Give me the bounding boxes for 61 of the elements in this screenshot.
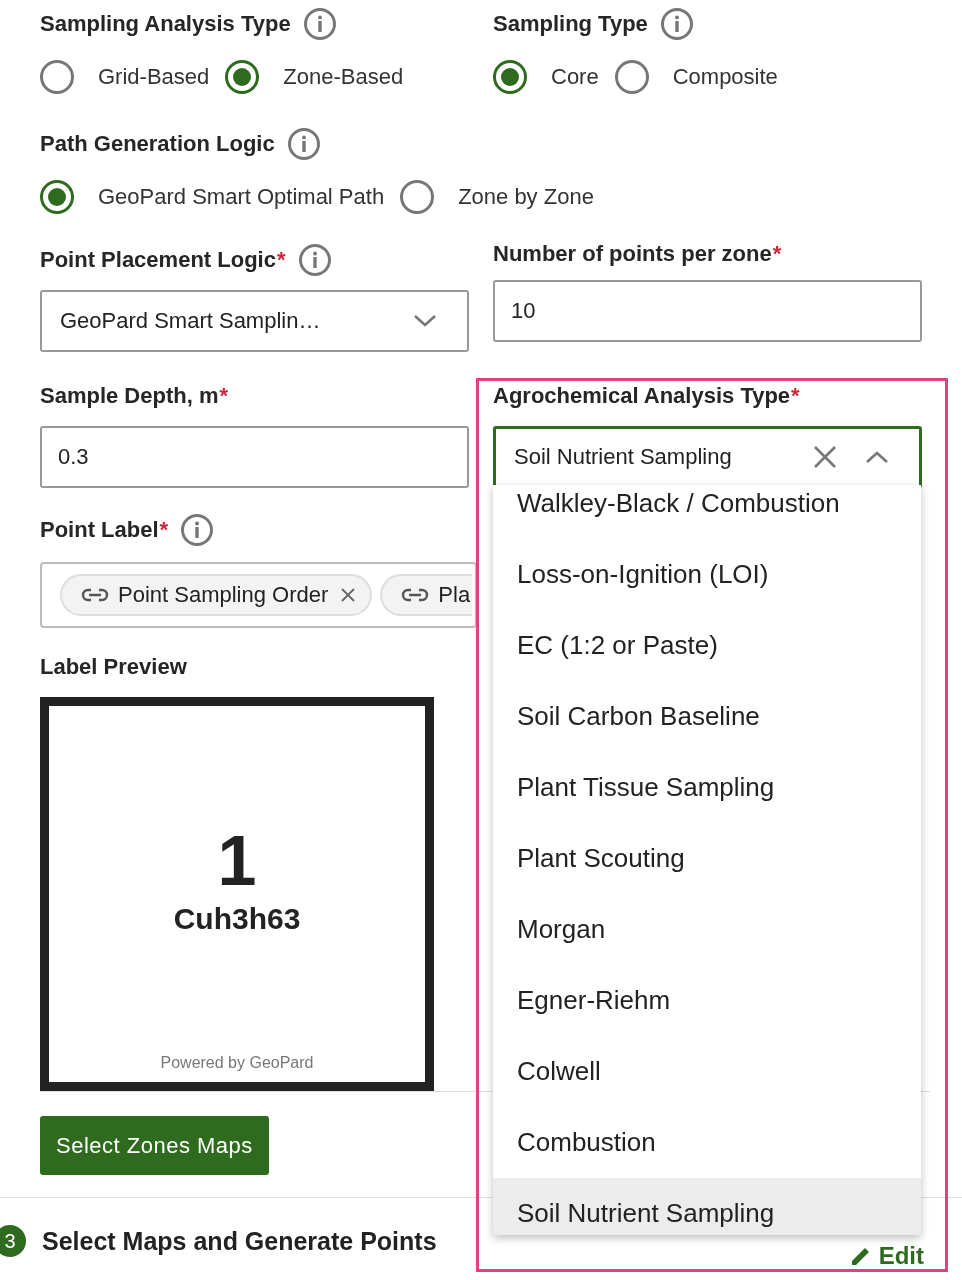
- info-icon[interactable]: [659, 7, 694, 41]
- input-field[interactable]: 0.3: [40, 426, 469, 488]
- radio-label[interactable]: Composite: [672, 64, 778, 90]
- dropdown-option[interactable]: Egner-Riehm: [493, 965, 921, 1036]
- field-label: Agrochemical Analysis Type: [493, 383, 791, 409]
- tag-input-field[interactable]: Point Sampling Order Pla: [40, 562, 477, 628]
- select-field[interactable]: GeoPard Smart Samplin…: [40, 290, 469, 352]
- radio-button[interactable]: [40, 60, 74, 94]
- radio-button[interactable]: [493, 60, 527, 94]
- dropdown-option[interactable]: Colwell: [493, 1036, 921, 1107]
- radio-button[interactable]: [614, 60, 649, 94]
- required-mark: *: [219, 383, 229, 409]
- field-label: Sampling Type: [493, 11, 648, 37]
- info-icon[interactable]: [297, 243, 332, 277]
- dropdown-option[interactable]: Loss-on-Ignition (LOI): [493, 539, 921, 610]
- radio-button[interactable]: [40, 180, 74, 214]
- select-zones-maps-button[interactable]: Select Zones Maps: [40, 1116, 269, 1175]
- field-label: Sampling Analysis Type: [40, 11, 291, 37]
- dropdown-option[interactable]: Soil Nutrient Sampling: [493, 1178, 921, 1235]
- radio-label[interactable]: Zone by Zone: [458, 184, 594, 210]
- info-icon[interactable]: [286, 127, 321, 161]
- field-label: Number of points per zone: [493, 241, 772, 267]
- dropdown-option[interactable]: Plant Tissue Sampling: [493, 752, 921, 823]
- field-label: Path Generation Logic: [40, 131, 275, 157]
- radio-label[interactable]: GeoPard Smart Optimal Path: [98, 184, 385, 210]
- radio-label[interactable]: Grid-Based: [98, 64, 210, 90]
- field-label: Point Label: [40, 517, 159, 543]
- required-mark: *: [159, 517, 169, 543]
- radio-button[interactable]: [225, 60, 260, 94]
- field-label: Sample Depth, m: [40, 383, 219, 409]
- chevron-down-icon: [413, 314, 437, 328]
- label-chip[interactable]: Pla: [380, 574, 473, 616]
- dropdown-option[interactable]: Soil Carbon Baseline: [493, 681, 921, 752]
- step-title: Select Maps and Generate Points: [42, 1226, 437, 1256]
- radio-label[interactable]: Core: [551, 64, 599, 90]
- step-number: 3: [0, 1225, 26, 1257]
- required-mark: *: [276, 247, 286, 273]
- dropdown-option[interactable]: Morgan: [493, 894, 921, 965]
- remove-icon[interactable]: [340, 587, 357, 603]
- radio-label[interactable]: Zone-Based: [283, 64, 404, 90]
- chevron-up-icon[interactable]: [865, 450, 889, 464]
- dropdown-option[interactable]: Walkley-Black / Combustion: [493, 485, 921, 539]
- dropdown-option[interactable]: Plant Scouting: [493, 823, 921, 894]
- dropdown-option[interactable]: EC (1:2 or Paste): [493, 610, 921, 681]
- point-code: Cuh3h63: [173, 902, 301, 936]
- info-icon[interactable]: [180, 513, 215, 547]
- section-label: Label Preview: [40, 654, 187, 680]
- dropdown-option[interactable]: Combustion: [493, 1107, 921, 1178]
- link-icon: [80, 587, 110, 603]
- input-field[interactable]: 10: [493, 280, 922, 342]
- powered-by-text: Powered by GeoPard: [160, 1054, 314, 1072]
- label-chip[interactable]: Point Sampling Order: [60, 574, 373, 616]
- point-number: 1: [217, 826, 257, 896]
- field-label: Point Placement Logic: [40, 247, 276, 273]
- required-mark: *: [772, 241, 782, 267]
- info-icon[interactable]: [302, 7, 337, 41]
- clear-icon[interactable]: [813, 445, 837, 469]
- required-mark: *: [791, 383, 800, 409]
- radio-button[interactable]: [400, 180, 435, 214]
- edit-button[interactable]: Edit: [848, 1242, 924, 1270]
- link-icon: [400, 587, 431, 603]
